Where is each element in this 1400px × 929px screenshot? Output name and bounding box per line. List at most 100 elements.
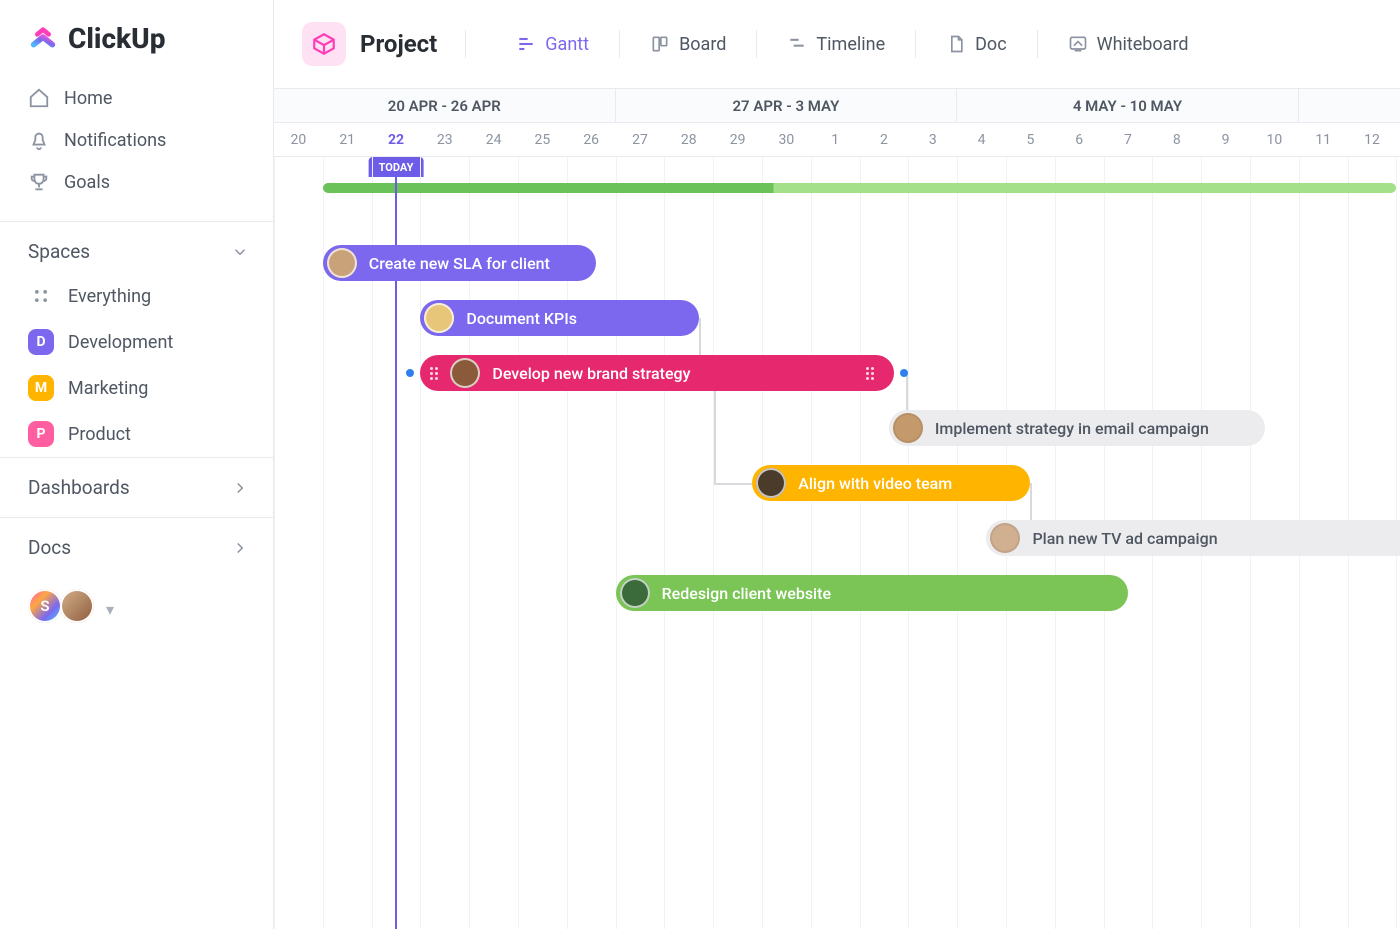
space-label: Development (68, 332, 173, 353)
day-header-cell: 12 (1348, 123, 1397, 156)
nav-label: Goals (64, 172, 110, 193)
space-marketing[interactable]: M Marketing (0, 365, 273, 411)
day-header-cell: 10 (1250, 123, 1299, 156)
workspace-users[interactable]: S ▾ (0, 577, 273, 623)
tab-doc[interactable]: Doc (946, 28, 1007, 61)
divider (1037, 30, 1038, 58)
day-header-cell: 21 (323, 123, 372, 156)
user-avatar: S (28, 589, 62, 623)
space-product[interactable]: P Product (0, 411, 273, 457)
gantt-task-bar[interactable]: Create new SLA for client (323, 245, 596, 281)
day-header-cell: 2 (860, 123, 909, 156)
grid-line (762, 157, 763, 929)
gantt-task-bar[interactable]: Document KPIs (420, 300, 698, 336)
grid-line (664, 157, 665, 929)
drag-handle-icon[interactable] (866, 367, 874, 380)
home-icon (28, 87, 50, 109)
nav-goals[interactable]: Goals (0, 161, 273, 203)
day-header-cell: 11 (1299, 123, 1348, 156)
assignee-avatar (620, 578, 650, 608)
dependency-dot[interactable] (406, 369, 414, 377)
sidebar: ClickUp Home Notifications Goals Spaces … (0, 0, 274, 929)
gantt-task-bar[interactable]: Implement strategy in email campaign (889, 410, 1265, 446)
day-header-cell: 5 (1006, 123, 1055, 156)
nav-home[interactable]: Home (0, 77, 273, 119)
tab-label: Board (679, 34, 726, 55)
dashboards-link[interactable]: Dashboards (0, 457, 273, 517)
tab-board[interactable]: Board (650, 28, 726, 61)
week-label: 20 APR - 26 APR (388, 97, 501, 115)
gantt-task-bar[interactable]: Redesign client website (616, 575, 1128, 611)
assignee-avatar (990, 523, 1020, 553)
grid-line (713, 157, 714, 929)
dependency-line (714, 483, 752, 485)
doc-icon (946, 34, 966, 54)
grid-line (274, 157, 275, 929)
space-badge: D (28, 329, 54, 355)
divider (465, 30, 466, 58)
grid-line (860, 157, 861, 929)
day-header-cell: 3 (908, 123, 957, 156)
gantt-task-bar[interactable]: Align with video team (752, 465, 1030, 501)
docs-link[interactable]: Docs (0, 517, 273, 577)
space-label: Everything (68, 286, 151, 307)
week-label: 4 MAY - 10 MAY (1073, 97, 1182, 115)
board-icon (650, 34, 670, 54)
tab-timeline[interactable]: Timeline (787, 28, 885, 61)
space-development[interactable]: D Development (0, 319, 273, 365)
spaces-header[interactable]: Spaces (0, 222, 273, 273)
task-label: Create new SLA for client (369, 254, 550, 273)
day-header-cell: 9 (1201, 123, 1250, 156)
divider (915, 30, 916, 58)
grid-line (908, 157, 909, 929)
day-header-cell: 29 (713, 123, 762, 156)
week-header-cell: 27 APR - 3 MAY (616, 89, 958, 122)
app-logo[interactable]: ClickUp (0, 22, 273, 73)
project-heading[interactable]: Project (302, 22, 437, 66)
main-area: Project Gantt Board Timeline Doc (274, 0, 1400, 929)
task-label: Document KPIs (466, 309, 577, 328)
grid-line (323, 157, 324, 929)
topbar: Project Gantt Board Timeline Doc (274, 0, 1400, 88)
whiteboard-icon (1068, 34, 1088, 54)
week-header-row: 20 APR - 26 APR 27 APR - 3 MAY 4 MAY - 10 … (274, 89, 1400, 123)
task-label: Redesign client website (662, 584, 831, 603)
assignee-avatar (893, 413, 923, 443)
assignee-avatar (756, 468, 786, 498)
bell-icon (28, 129, 50, 151)
tab-whiteboard[interactable]: Whiteboard (1068, 28, 1189, 61)
dependency-dot[interactable] (900, 369, 908, 377)
day-header-cell: 28 (664, 123, 713, 156)
gantt-chart[interactable]: 20 APR - 26 APR 27 APR - 3 MAY 4 MAY - 10 … (274, 88, 1400, 929)
day-header-cell: 23 (420, 123, 469, 156)
day-header-cell: 20 (274, 123, 323, 156)
app-name: ClickUp (68, 22, 165, 55)
day-header-cell: 24 (469, 123, 518, 156)
docs-label: Docs (28, 536, 71, 559)
divider (619, 30, 620, 58)
chevron-right-icon (231, 539, 249, 557)
user-avatar (60, 589, 94, 623)
gantt-body[interactable]: Create new SLA for client Document KPIs De… (274, 157, 1400, 929)
tab-label: Whiteboard (1097, 34, 1189, 55)
task-label: Align with video team (798, 474, 952, 493)
tab-label: Gantt (545, 34, 589, 55)
gantt-task-bar[interactable]: Plan new TV ad campaign (986, 520, 1400, 556)
overall-progress-bar (323, 183, 1397, 193)
week-header-cell: 20 APR - 26 APR (274, 89, 616, 122)
drag-handle-icon[interactable] (430, 367, 438, 380)
tab-gantt[interactable]: Gantt (516, 28, 589, 61)
space-badge: P (28, 421, 54, 447)
nav-notifications[interactable]: Notifications (0, 119, 273, 161)
day-header-cell: 7 (1104, 123, 1153, 156)
day-header-cell: 8 (1152, 123, 1201, 156)
space-everything[interactable]: Everything (0, 273, 273, 319)
day-header-cell: 13 (1396, 123, 1400, 156)
day-header-cell: 30 (762, 123, 811, 156)
day-header-cell: 6 (1055, 123, 1104, 156)
chevron-right-icon (231, 479, 249, 497)
assignee-avatar (327, 248, 357, 278)
gantt-task-bar[interactable]: Develop new brand strategy (420, 355, 893, 391)
day-header-cell: 25 (518, 123, 567, 156)
day-header-row: 202122232425262728293012345678910111213 (274, 123, 1400, 157)
